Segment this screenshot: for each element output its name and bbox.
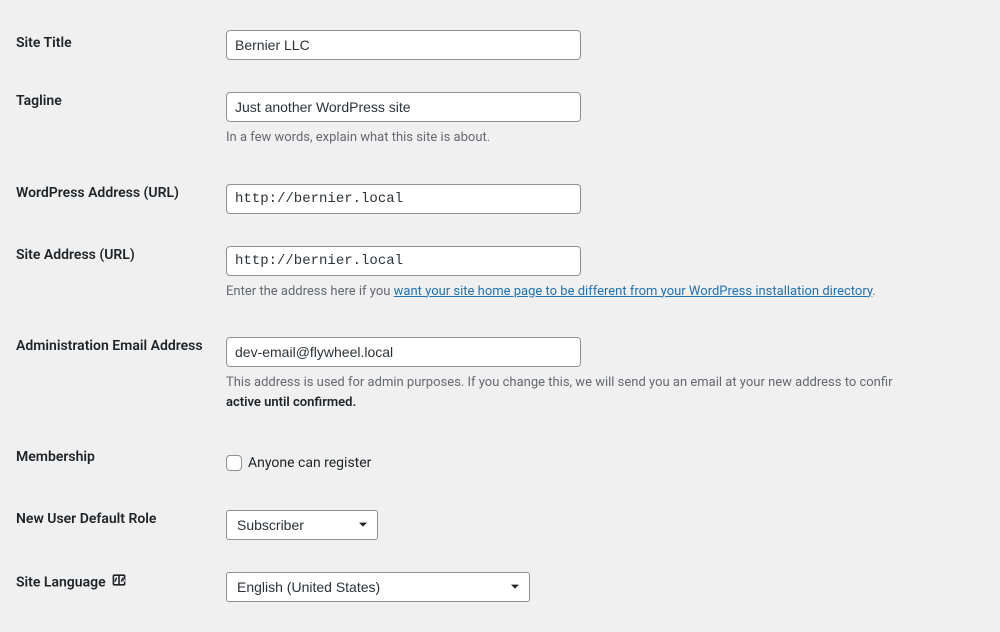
label-site-title: Site Title xyxy=(16,18,226,72)
label-text: Site Language xyxy=(16,574,106,590)
label-tagline: Tagline xyxy=(16,72,226,160)
label-text: WordPress Address (URL) xyxy=(16,185,179,201)
description-strong: active until confirmed. xyxy=(226,395,356,410)
tagline-description: In a few words, explain what this site i… xyxy=(226,128,974,148)
label-membership: Membership xyxy=(16,424,226,490)
label-site-address: Site Address (URL) xyxy=(16,226,226,314)
tagline-input[interactable] xyxy=(226,92,581,122)
description-prefix: Enter the address here if you xyxy=(226,284,394,299)
wp-address-input[interactable] xyxy=(226,184,581,214)
label-text: Tagline xyxy=(16,93,62,109)
description-text: This address is used for admin purposes.… xyxy=(226,375,892,390)
admin-email-description: This address is used for admin purposes.… xyxy=(226,373,974,412)
admin-email-input[interactable] xyxy=(226,337,581,367)
label-text: Administration Email Address xyxy=(16,338,203,354)
label-text: Site Title xyxy=(16,35,72,51)
membership-checkbox-label: Anyone can register xyxy=(248,455,371,471)
site-address-help-link[interactable]: want your site home page to be different… xyxy=(394,284,873,299)
site-address-input[interactable] xyxy=(226,246,581,276)
label-text: Membership xyxy=(16,449,95,465)
label-new-user-role: New User Default Role xyxy=(16,490,226,552)
label-wp-address: WordPress Address (URL) xyxy=(16,160,226,226)
site-language-select[interactable]: English (United States) xyxy=(226,572,530,602)
new-user-role-select[interactable]: Subscriber xyxy=(226,510,378,540)
label-text: New User Default Role xyxy=(16,511,156,527)
label-text: Site Address (URL) xyxy=(16,247,135,263)
membership-checkbox[interactable] xyxy=(226,455,242,471)
translate-icon xyxy=(111,572,127,593)
site-title-input[interactable] xyxy=(226,30,581,60)
description-suffix: . xyxy=(872,284,875,299)
label-admin-email: Administration Email Address xyxy=(16,313,226,424)
label-site-language: Site Language xyxy=(16,552,226,614)
site-address-description: Enter the address here if you want your … xyxy=(226,282,974,302)
